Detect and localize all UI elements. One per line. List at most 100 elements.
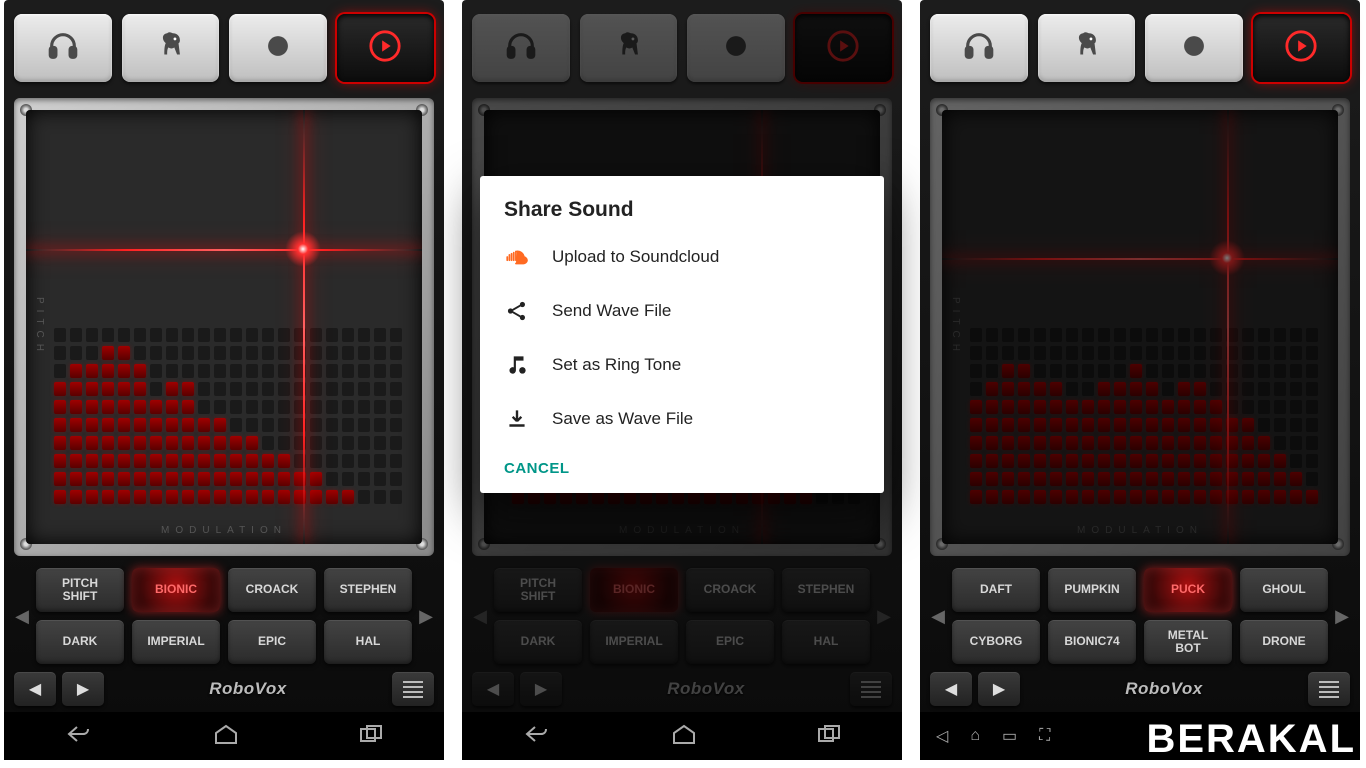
preset-croack[interactable]: CROACK [228, 568, 316, 612]
recent-icon[interactable] [817, 724, 843, 749]
preset-hal[interactable]: HAL [324, 620, 412, 664]
preset-page-left[interactable]: ◀ [472, 606, 488, 627]
menu-icon [403, 681, 423, 698]
menu-icon [1319, 681, 1339, 698]
home-icon[interactable] [670, 723, 698, 750]
preset-pitch-shift[interactable]: PITCHSHIFT [36, 568, 124, 612]
home-icon[interactable]: ⌂ [970, 727, 980, 745]
preset-bionic[interactable]: BIONIC [132, 568, 220, 612]
xy-touchpad[interactable]: PITCHMODULATION [26, 110, 422, 544]
back-icon[interactable] [521, 723, 551, 750]
preset-bionic[interactable]: BIONIC [590, 568, 678, 612]
watermark: BERAKAL [1146, 717, 1356, 762]
record-button[interactable] [687, 14, 785, 82]
soundcloud-icon [504, 244, 530, 270]
dialog-option-download[interactable]: Save as Wave File [480, 392, 884, 446]
dialog-option-label: Set as Ring Tone [552, 355, 681, 375]
preset-page-left[interactable]: ◀ [14, 606, 30, 627]
phone-screen-0: PITCHMODULATION ◀ PITCHSHIFTBIONICCROACKST… [4, 0, 444, 760]
preset-stephen[interactable]: STEPHEN [782, 568, 870, 612]
next-button[interactable]: ▶ [62, 672, 104, 706]
next-button[interactable]: ▶ [520, 672, 562, 706]
parrot-icon [611, 29, 645, 68]
headphones-button[interactable] [14, 14, 112, 82]
play-button[interactable] [337, 14, 435, 82]
headphones-icon [46, 29, 80, 68]
axis-modulation-label: MODULATION [619, 525, 745, 536]
preset-epic[interactable]: EPIC [686, 620, 774, 664]
preset-dark[interactable]: DARK [494, 620, 582, 664]
preset-ghoul[interactable]: GHOUL [1240, 568, 1328, 612]
preset-page-left[interactable]: ◀ [930, 606, 946, 627]
system-nav-bar [4, 712, 444, 760]
recent-icon[interactable] [359, 724, 385, 749]
music-note-icon [504, 352, 530, 378]
dialog-option-label: Save as Wave File [552, 409, 693, 429]
menu-button[interactable] [392, 672, 434, 706]
preset-page-right[interactable]: ▶ [1334, 606, 1350, 627]
parrot-icon [1069, 29, 1103, 68]
play-icon [1284, 29, 1318, 68]
axis-pitch-label: PITCH [950, 297, 961, 357]
xy-touchpad[interactable]: PITCH MODULATION [942, 110, 1338, 544]
preset-croack[interactable]: CROACK [686, 568, 774, 612]
preset-imperial[interactable]: IMPERIAL [132, 620, 220, 664]
back-icon[interactable] [63, 723, 93, 750]
prev-button[interactable]: ◀ [472, 672, 514, 706]
back-icon[interactable]: ◁ [936, 726, 948, 746]
preset-imperial[interactable]: IMPERIAL [590, 620, 678, 664]
dialog-title: Share Sound [480, 198, 884, 230]
preset-drone[interactable]: DRONE [1240, 620, 1328, 664]
preset-pumpkin[interactable]: PUMPKIN [1048, 568, 1136, 612]
preset-puck[interactable]: PUCK [1144, 568, 1232, 612]
preset-page-right[interactable]: ▶ [418, 606, 434, 627]
dialog-option-share[interactable]: Send Wave File [480, 284, 884, 338]
preset-hal[interactable]: HAL [782, 620, 870, 664]
preset-daft[interactable]: DAFT [952, 568, 1040, 612]
app-title: RoboVox [568, 679, 844, 699]
axis-modulation-label: MODULATION [1077, 525, 1203, 536]
preset-epic[interactable]: EPIC [228, 620, 316, 664]
prev-button[interactable]: ◀ [930, 672, 972, 706]
prev-button[interactable]: ◀ [14, 672, 56, 706]
menu-button[interactable] [850, 672, 892, 706]
preset-stephen[interactable]: STEPHEN [324, 568, 412, 612]
phone-screen-1: PITCHMODULATION◀PITCHSHIFTBIONICCROACKST… [462, 0, 902, 760]
play-button[interactable] [1253, 14, 1351, 82]
preset-dark[interactable]: DARK [36, 620, 124, 664]
record-button[interactable] [229, 14, 327, 82]
dialog-option-soundcloud[interactable]: Upload to Soundcloud [480, 230, 884, 284]
record-button[interactable] [1145, 14, 1243, 82]
home-icon[interactable] [212, 723, 240, 750]
share-sound-dialog: Share Sound Upload to Soundcloud Send Wave… [480, 176, 884, 493]
dialog-option-music-note[interactable]: Set as Ring Tone [480, 338, 884, 392]
preset-pitch-shift[interactable]: PITCHSHIFT [494, 568, 582, 612]
headphones-button[interactable] [472, 14, 570, 82]
preset-bionic74[interactable]: BIONIC74 [1048, 620, 1136, 664]
dialog-option-label: Upload to Soundcloud [552, 247, 719, 267]
menu-icon [861, 681, 881, 698]
play-icon [368, 29, 402, 68]
preset-cyborg[interactable]: CYBORG [952, 620, 1040, 664]
menu-button[interactable] [1308, 672, 1350, 706]
app-title: RoboVox [110, 679, 386, 699]
share-icon [504, 298, 530, 324]
headphones-icon [962, 29, 996, 68]
parrot-button[interactable] [1038, 14, 1136, 82]
parrot-button[interactable] [580, 14, 678, 82]
headphones-button[interactable] [930, 14, 1028, 82]
preset-metal-bot[interactable]: METALBOT [1144, 620, 1232, 664]
play-button[interactable] [795, 14, 893, 82]
play-icon [826, 29, 860, 68]
record-icon [719, 29, 753, 68]
axis-modulation-label: MODULATION [161, 525, 287, 536]
expand-icon[interactable]: ⛶ [1039, 727, 1050, 745]
app-title: RoboVox [1026, 679, 1302, 699]
phone-screen-2: PITCH MODULATION ◀ DAFTPUMPKINPUCKGHOUL CYBO… [920, 0, 1360, 760]
parrot-button[interactable] [122, 14, 220, 82]
preset-page-right[interactable]: ▶ [876, 606, 892, 627]
dialog-cancel-button[interactable]: CANCEL [480, 446, 884, 481]
parrot-icon [153, 29, 187, 68]
recent-icon[interactable]: ▭ [1002, 726, 1017, 746]
next-button[interactable]: ▶ [978, 672, 1020, 706]
